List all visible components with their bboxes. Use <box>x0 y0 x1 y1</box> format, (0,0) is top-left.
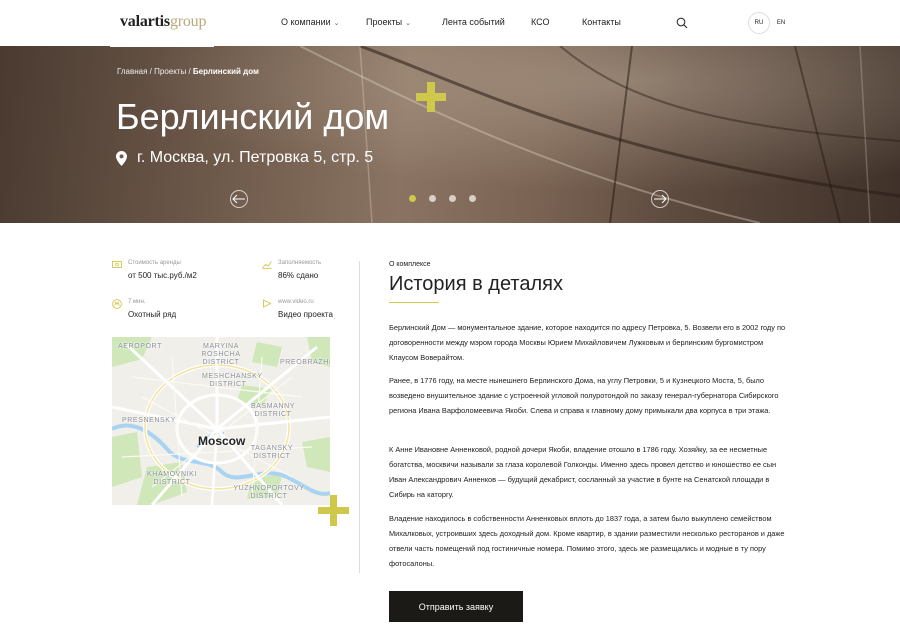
location-map[interactable]: AEROPORT MARYINA ROSHCHA DISTRICT MESHCH… <box>112 337 330 505</box>
about-paragraph: Владение находилось в собственности Анне… <box>389 514 785 568</box>
stat-value: Видео проекта <box>278 310 333 319</box>
map-district-label: MARYINA ROSHCHA DISTRICT <box>201 343 241 366</box>
chevron-down-icon: ⌄ <box>405 20 411 27</box>
map-district-label: MESHCHANSKY DISTRICT <box>202 373 263 388</box>
nav-label: Контакты <box>582 17 621 27</box>
title-underline <box>389 302 439 303</box>
nav-item-company[interactable]: О компании ⌄ <box>281 17 340 27</box>
map-city-label: Moscow <box>198 434 246 448</box>
slider-next-arrow-icon[interactable] <box>650 189 670 209</box>
nav-item-projects[interactable]: Проекты ⌄ <box>366 17 411 27</box>
section-kicker: О комплексе <box>389 261 431 268</box>
nav-item-kso[interactable]: КСО <box>531 17 549 27</box>
nav-label: О компании <box>281 17 331 27</box>
breadcrumb-current: Берлинский дом <box>192 67 259 76</box>
map-district-label: YUZHNOPORTOVY DISTRICT <box>233 485 305 500</box>
slider-dot[interactable] <box>409 195 416 202</box>
breadcrumb-projects[interactable]: Проекты <box>154 67 186 76</box>
nav-label: Проекты <box>366 17 403 27</box>
page-title: Берлинский дом <box>116 96 390 137</box>
map-district-label: BASMANNY DISTRICT <box>250 403 296 418</box>
nav-label: КСО <box>531 17 550 27</box>
map-district-label: PRESNENSKY <box>122 417 176 424</box>
search-icon[interactable] <box>676 17 688 29</box>
stat-value: Охотный ряд <box>128 310 177 319</box>
nav-item-events[interactable]: Лента событий <box>442 17 505 27</box>
map-district-label: AEROPORT <box>118 343 162 350</box>
about-paragraph: Берлинский Дом — монументальное здание, … <box>389 323 786 362</box>
stat-label: 7 мин. <box>128 299 146 305</box>
logo-underline <box>110 44 214 47</box>
slider-dot[interactable] <box>469 195 476 202</box>
slider-dots <box>409 195 476 202</box>
breadcrumb-separator: / <box>186 67 193 76</box>
breadcrumb: Главная / Проекты / Берлинский дом <box>117 67 259 76</box>
nav-item-contacts[interactable]: Контакты <box>582 17 621 27</box>
logo[interactable]: valartisgroup <box>120 13 206 31</box>
section-title: История в деталях <box>389 273 563 295</box>
slider-dot[interactable] <box>429 195 436 202</box>
logo-main: valartis <box>120 13 170 30</box>
logo-accent: group <box>169 13 207 30</box>
stat-value: 86% сдано <box>278 271 319 280</box>
stat-value: от 500 тыс.руб./м2 <box>128 271 197 280</box>
plus-icon <box>318 495 349 526</box>
plus-icon <box>416 82 446 112</box>
play-icon <box>263 299 272 308</box>
map-district-label: TAGANSKY DISTRICT <box>250 445 294 460</box>
about-paragraph: Ранее, в 1776 году, на месте нынешнего Б… <box>389 376 779 415</box>
column-divider <box>359 261 360 573</box>
send-request-button[interactable]: Отправить заявку <box>389 591 523 622</box>
slider-dot[interactable] <box>449 195 456 202</box>
chart-icon <box>262 261 272 269</box>
location-pin-icon <box>116 150 127 166</box>
money-icon <box>112 261 122 268</box>
stat-label: www.video.ru <box>278 299 314 305</box>
site-header: valartisgroup О компании ⌄ Проекты ⌄ Лента… <box>0 0 900 46</box>
project-address: г. Москва, ул. Петровка 5, стр. 5 <box>116 149 373 167</box>
breadcrumb-home[interactable]: Главная <box>117 67 147 76</box>
lang-ru-button[interactable]: RU <box>748 12 770 34</box>
lang-en-button[interactable]: EN <box>770 12 792 34</box>
chevron-down-icon: ⌄ <box>333 20 340 27</box>
slider-prev-arrow-icon[interactable] <box>229 189 249 209</box>
nav-label: Лента событий <box>442 17 505 27</box>
about-paragraph: К Анне Ивановне Анненковой, родной дочер… <box>389 445 777 499</box>
hero-banner: Главная / Проекты / Берлинский дом Берли… <box>0 46 900 223</box>
stat-label: Стоимость аренды <box>128 260 181 266</box>
address-text: г. Москва, ул. Петровка 5, стр. 5 <box>137 149 374 166</box>
metro-icon <box>112 299 122 309</box>
map-district-label: PREOBRAZHEN <box>280 359 330 366</box>
stat-label: Заполняемость <box>278 260 322 266</box>
map-district-label: KHAMOVNIKI DISTRICT <box>147 471 197 486</box>
